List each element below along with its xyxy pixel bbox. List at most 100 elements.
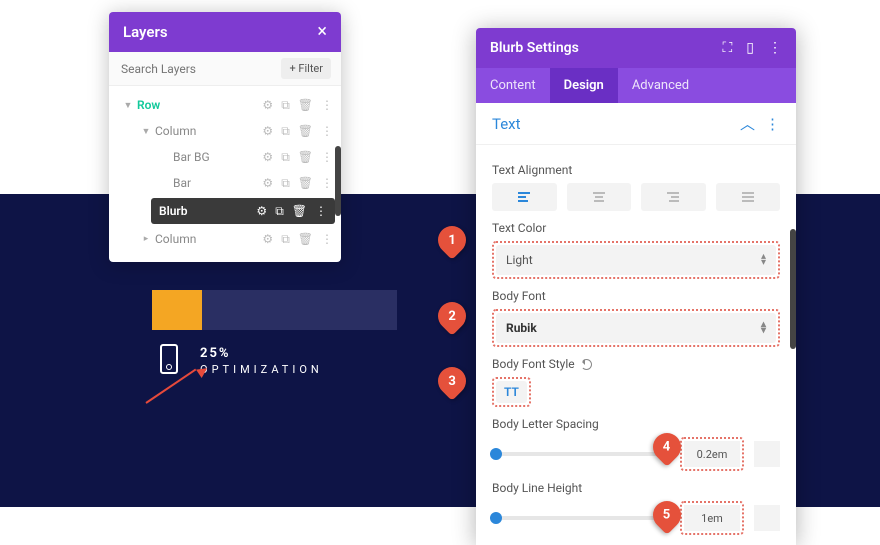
callout-5: 5 — [653, 501, 681, 529]
gear-icon[interactable]: ⚙ — [262, 150, 273, 164]
unit-selector[interactable] — [754, 441, 780, 467]
scrollbar-thumb[interactable] — [790, 229, 796, 349]
text-alignment-group — [492, 183, 780, 211]
callout-1: 1 — [438, 226, 466, 254]
layer-bar[interactable]: Bar ⚙ ⧉ 🗑 ⋮ — [109, 170, 341, 196]
tab-content[interactable]: Content — [476, 68, 550, 103]
line-height-slider[interactable] — [492, 516, 670, 520]
layer-tools: ⚙ ⧉ 🗑 ⋮ — [262, 98, 333, 113]
settings-panel: Blurb Settings ⛶ ▯ ⋮ Content Design Adva… — [476, 28, 796, 545]
section-text-header[interactable]: Text ︿ ⋮ — [476, 103, 796, 145]
label-body-font: Body Font — [492, 289, 780, 303]
align-justify-button[interactable] — [716, 183, 781, 211]
trash-icon[interactable]: 🗑 — [298, 150, 313, 164]
letter-spacing-input[interactable]: 0.2em — [684, 441, 740, 467]
search-input[interactable] — [119, 61, 281, 77]
select-arrows-icon: ▴▾ — [761, 254, 766, 266]
gear-icon[interactable]: ⚙ — [262, 98, 273, 112]
trash-icon[interactable]: 🗑 — [298, 232, 313, 246]
label-body-font-style: Body Font Style — [492, 357, 780, 371]
line-height-input[interactable]: 1em — [684, 505, 740, 531]
more-icon[interactable]: ⋮ — [321, 232, 333, 246]
preview-progress-bar — [152, 290, 397, 330]
chevron-up-icon[interactable]: ︿ — [740, 113, 755, 134]
unit-selector[interactable] — [754, 505, 780, 531]
layer-label: Row — [135, 98, 262, 112]
layer-label: Column — [153, 124, 262, 138]
chevron-down-icon[interactable]: ▼ — [139, 126, 153, 137]
chevron-right-icon[interactable]: ▸ — [139, 234, 153, 244]
font-style-uppercase-button[interactable]: TT — [496, 381, 527, 403]
label-line-height: Body Line Height — [492, 481, 780, 495]
trash-icon[interactable]: 🗑 — [292, 204, 307, 218]
preview-label: OPTIMIZATION — [200, 363, 323, 376]
filter-button[interactable]: + Filter — [281, 58, 331, 79]
layers-panel: Layers × + Filter ▼ Row ⚙ ⧉ 🗑 ⋮ ▼ Column… — [109, 12, 341, 262]
label-letter-spacing: Body Letter Spacing — [492, 417, 780, 431]
tab-design[interactable]: Design — [550, 68, 618, 103]
select-arrows-icon: ▴▾ — [761, 322, 766, 334]
close-icon[interactable]: × — [317, 23, 327, 41]
body-font-value: Rubik — [506, 321, 537, 335]
align-center-button[interactable] — [567, 183, 632, 211]
duplicate-icon[interactable]: ⧉ — [281, 150, 290, 165]
layer-label: Blurb — [157, 204, 256, 218]
gear-icon[interactable]: ⚙ — [262, 176, 273, 190]
gear-icon[interactable]: ⚙ — [256, 204, 267, 218]
text-color-select[interactable]: Light ▴▾ — [496, 245, 776, 275]
settings-header: Blurb Settings ⛶ ▯ ⋮ — [476, 28, 796, 68]
layer-row[interactable]: ▼ Row ⚙ ⧉ 🗑 ⋮ — [109, 92, 341, 118]
gear-icon[interactable]: ⚙ — [262, 232, 273, 246]
duplicate-icon[interactable]: ⧉ — [281, 98, 290, 113]
slider-thumb[interactable] — [490, 448, 502, 460]
layers-header: Layers × — [109, 12, 341, 52]
more-icon[interactable]: ⋮ — [768, 40, 782, 56]
chevron-down-icon[interactable]: ▼ — [121, 100, 135, 111]
scrollbar-thumb[interactable] — [335, 146, 341, 216]
callout-3: 3 — [438, 367, 466, 395]
callout-2: 2 — [438, 302, 466, 330]
layer-barbg[interactable]: Bar BG ⚙ ⧉ 🗑 ⋮ — [109, 144, 341, 170]
phone-icon — [160, 344, 178, 374]
more-icon[interactable]: ⋮ — [315, 204, 327, 218]
section-title: Text — [492, 115, 521, 133]
duplicate-icon[interactable]: ⧉ — [281, 124, 290, 139]
letter-spacing-slider[interactable] — [492, 452, 670, 456]
align-left-button[interactable] — [492, 183, 557, 211]
slider-thumb[interactable] — [490, 512, 502, 524]
more-icon[interactable]: ⋮ — [321, 150, 333, 164]
tab-advanced[interactable]: Advanced — [618, 68, 703, 103]
trash-icon[interactable]: 🗑 — [298, 124, 313, 138]
preview-text: 25% OPTIMIZATION — [200, 346, 323, 376]
layer-column[interactable]: ▸ Column ⚙ ⧉ 🗑 ⋮ — [109, 226, 341, 252]
preview-percent: 25% — [200, 346, 323, 361]
duplicate-icon[interactable]: ⧉ — [281, 232, 290, 247]
layer-label: Bar — [171, 176, 262, 190]
layers-title: Layers — [123, 23, 168, 41]
layers-tree: ▼ Row ⚙ ⧉ 🗑 ⋮ ▼ Column ⚙⧉🗑⋮ Bar BG ⚙⧉🗑⋮ … — [109, 86, 341, 262]
layer-blurb-selected[interactable]: Blurb ⚙ ⧉ 🗑 ⋮ — [151, 198, 335, 224]
duplicate-icon[interactable]: ⧉ — [275, 204, 284, 219]
gear-icon[interactable]: ⚙ — [262, 124, 273, 138]
more-icon[interactable]: ⋮ — [765, 115, 780, 133]
layer-label: Column — [153, 232, 262, 246]
more-icon[interactable]: ⋮ — [321, 176, 333, 190]
body-font-select[interactable]: Rubik ▴▾ — [496, 313, 776, 343]
settings-title: Blurb Settings — [490, 40, 579, 56]
layer-column[interactable]: ▼ Column ⚙ ⧉ 🗑 ⋮ — [109, 118, 341, 144]
more-icon[interactable]: ⋮ — [321, 124, 333, 138]
more-icon[interactable]: ⋮ — [321, 98, 333, 112]
align-right-button[interactable] — [641, 183, 706, 211]
tablet-icon[interactable]: ▯ — [746, 40, 754, 56]
layers-toolbar: + Filter — [109, 52, 341, 86]
layer-label: Bar BG — [171, 150, 262, 164]
trash-icon[interactable]: 🗑 — [298, 176, 313, 190]
expand-icon[interactable]: ⛶ — [722, 40, 732, 56]
label-text-color: Text Color — [492, 221, 780, 235]
text-color-value: Light — [506, 253, 533, 267]
reset-icon[interactable] — [581, 359, 592, 370]
duplicate-icon[interactable]: ⧉ — [281, 176, 290, 191]
trash-icon[interactable]: 🗑 — [298, 98, 313, 112]
settings-tabs: Content Design Advanced — [476, 68, 796, 103]
label-text-alignment: Text Alignment — [492, 163, 780, 177]
